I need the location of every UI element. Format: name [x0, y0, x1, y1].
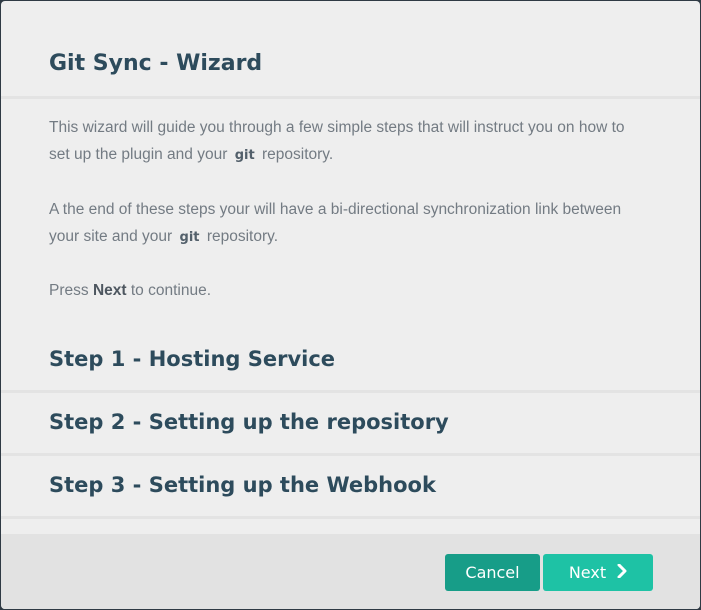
- intro-line2-pre: set up the plugin and your: [49, 146, 228, 163]
- wizard-title: Git Sync - Wizard: [49, 51, 263, 76]
- outcome-line2-post: repository.: [206, 228, 279, 245]
- continue-hint-next: Next: [92, 282, 127, 299]
- title-divider: [1, 96, 700, 99]
- step-1-heading[interactable]: Step 1 - Hosting Service: [49, 347, 335, 371]
- intro-line1: This wizard will guide you through a few…: [49, 119, 625, 136]
- step-2-heading[interactable]: Step 2 - Setting up the repository: [49, 410, 449, 434]
- intro-line2-post: repository.: [262, 146, 334, 163]
- continue-hint: Press Next to continue.: [49, 277, 649, 304]
- intro-paragraph: This wizard will guide you through a few…: [49, 114, 649, 169]
- cancel-button[interactable]: Cancel: [445, 554, 540, 591]
- continue-hint-post: to continue.: [130, 282, 212, 299]
- git-logo-text: git: [179, 230, 200, 245]
- step-divider: [1, 390, 700, 393]
- step-3-heading[interactable]: Step 3 - Setting up the Webhook: [49, 473, 436, 497]
- step-divider: [1, 516, 700, 519]
- cancel-button-label: Cancel: [465, 563, 520, 582]
- git-sync-wizard-dialog: Git Sync - Wizard This wizard will guide…: [1, 1, 700, 609]
- next-button[interactable]: Next: [543, 554, 653, 591]
- dialog-footer: Cancel Next: [1, 534, 700, 609]
- outcome-line2-pre: your site and your: [49, 228, 173, 245]
- outcome-line1: A the end of these steps your will have …: [49, 201, 622, 218]
- next-button-label: Next: [568, 563, 607, 582]
- chevron-right-icon: [617, 554, 627, 591]
- git-logo-text: git: [234, 148, 255, 163]
- outcome-paragraph: A the end of these steps your will have …: [49, 196, 649, 251]
- continue-hint-pre: Press: [49, 282, 89, 299]
- step-divider: [1, 453, 700, 456]
